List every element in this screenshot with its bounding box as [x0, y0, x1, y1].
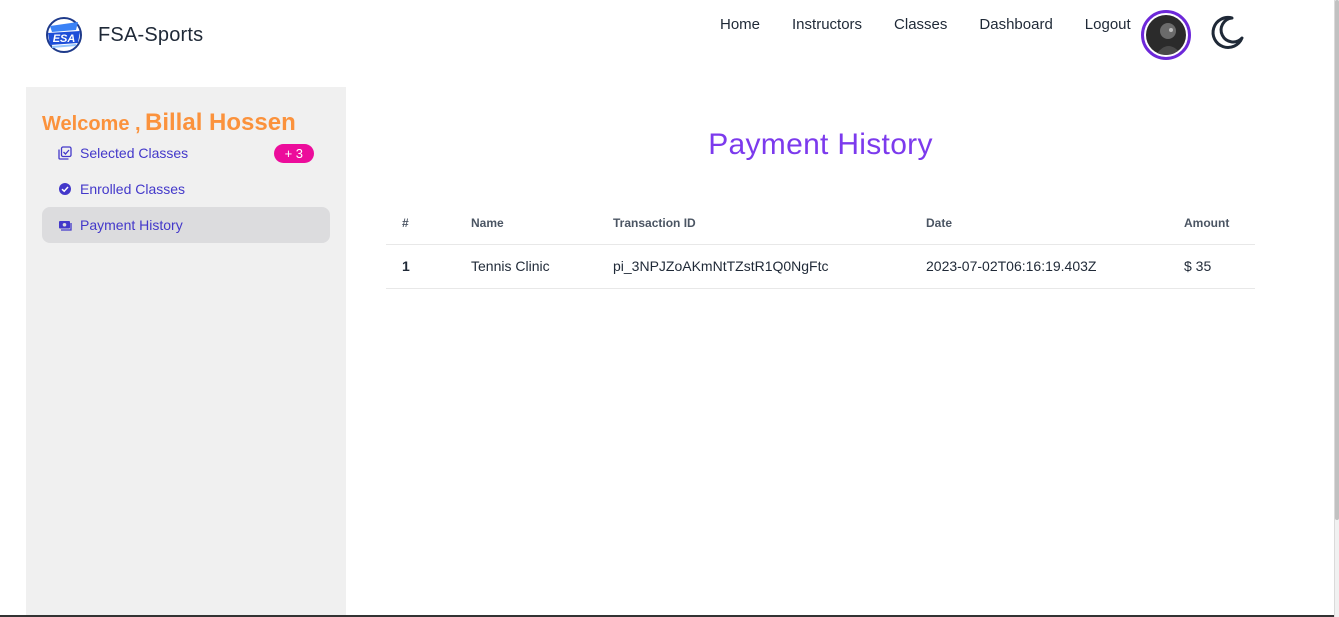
payment-history-table: # Name Transaction ID Date Amount 1 Tenn… [386, 203, 1255, 289]
sidebar-item-payment-history[interactable]: Payment History [42, 207, 330, 243]
svg-text:ESA: ESA [53, 33, 76, 45]
col-header-amount: Amount [1168, 203, 1255, 245]
payment-icon [59, 221, 72, 231]
cell-transaction-id: pi_3NPJZoAKmNtTZstR1Q0NgFtc [597, 244, 910, 289]
avatar-image [1146, 15, 1186, 55]
table-row: 1 Tennis Clinic pi_3NPJZoAKmNtTZstR1Q0Ng… [386, 244, 1255, 289]
nav-link-home[interactable]: Home [704, 16, 776, 34]
moon-icon[interactable] [1206, 12, 1246, 52]
table-header-row: # Name Transaction ID Date Amount [386, 203, 1255, 245]
nav-links: Home Instructors Classes Dashboard Logou… [704, 16, 1147, 34]
sidebar-item-label: Enrolled Classes [80, 181, 186, 197]
nav-link-dashboard[interactable]: Dashboard [963, 16, 1068, 34]
scrollbar-thumb[interactable] [1335, 0, 1339, 520]
fsa-logo-icon: ESA [46, 17, 82, 53]
col-header-index: # [386, 203, 455, 245]
cell-date: 2023-07-02T06:16:19.403Z [910, 244, 1168, 289]
sidebar-item-selected-classes[interactable]: Selected Classes + 3 [42, 135, 330, 171]
check-circle-icon [59, 183, 71, 195]
col-header-date: Date [910, 203, 1168, 245]
page-title: Payment History [708, 128, 933, 161]
brand-name: FSA-Sports [98, 23, 204, 46]
selected-count-badge: + 3 [273, 144, 314, 163]
sidebar-item-label: Payment History [80, 217, 183, 233]
sidebar: Welcome , Billal Hossen Selected Classes… [26, 87, 346, 617]
user-name: Billal Hossen [145, 109, 296, 136]
nav-link-logout[interactable]: Logout [1069, 16, 1147, 34]
sidebar-item-label: Selected Classes [80, 145, 189, 161]
user-avatar[interactable] [1141, 10, 1191, 60]
welcome-label: Welcome , [42, 113, 141, 135]
navbar: ESA FSA-Sports Home Instructors Classes … [0, 0, 1339, 72]
col-header-name: Name [455, 203, 597, 245]
brand[interactable]: ESA FSA-Sports [44, 16, 203, 54]
col-header-transaction-id: Transaction ID [597, 203, 910, 245]
cell-amount: $ 35 [1168, 244, 1255, 289]
selected-classes-icon [58, 146, 72, 160]
nav-link-instructors[interactable]: Instructors [776, 16, 878, 34]
cell-index: 1 [386, 244, 455, 289]
sidebar-item-enrolled-classes[interactable]: Enrolled Classes [42, 171, 330, 207]
nav-link-classes[interactable]: Classes [878, 16, 963, 34]
welcome-heading: Welcome , Billal Hossen [42, 109, 296, 137]
sidebar-menu: Selected Classes + 3 Enrolled Classes Pa… [42, 135, 330, 243]
cell-name: Tennis Clinic [455, 244, 597, 289]
